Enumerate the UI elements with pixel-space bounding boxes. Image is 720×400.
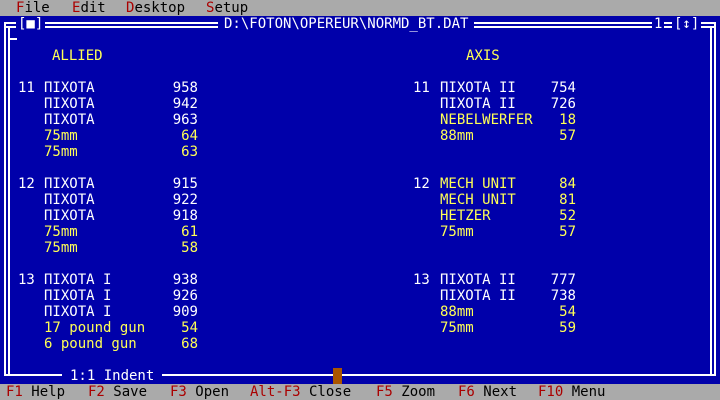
allied-unit-value: 58 xyxy=(181,240,198,256)
axis-unit-name: 88mm xyxy=(440,304,474,320)
allied-unit-value: 61 xyxy=(181,224,198,240)
menu-bar: File Edit Desktop Setup xyxy=(0,0,720,16)
allied-unit-name: ПIХОТА xyxy=(44,192,95,208)
function-key-bar: F1 Help F2 Save F3 Open Alt-F3 Close F5 Zoom… xyxy=(0,384,720,400)
window-zoom-button[interactable]: [↕] xyxy=(672,16,702,32)
window-title: D:\FOTON\OPEREUR\NORMD_BT.DAT xyxy=(218,16,475,32)
fkey-key: F2 xyxy=(88,384,105,400)
axis-unit-name: ПIХОТА II xyxy=(440,272,516,288)
allied-unit-name: ПIХОТА I xyxy=(44,304,112,320)
fkey-open[interactable]: F3 Open xyxy=(170,384,229,400)
allied-unit-name: ПIХОТА xyxy=(44,96,95,112)
axis-unit-value: 18 xyxy=(559,112,576,128)
frame-right xyxy=(714,22,716,376)
axis-unit-name: MECH UNIT xyxy=(440,192,516,208)
axis-group-number: 13 xyxy=(413,272,430,288)
axis-unit-name: ПIХОТА II xyxy=(440,288,516,304)
allied-unit-name: 75mm xyxy=(44,144,78,160)
window-close-button[interactable]: [■] xyxy=(16,16,46,32)
menu-desktop[interactable]: Desktop xyxy=(126,0,185,16)
fkey-key: F1 xyxy=(6,384,23,400)
fkey-label: Next xyxy=(474,384,518,400)
frame-right-inner xyxy=(710,26,712,376)
allied-unit-value: 915 xyxy=(172,176,198,192)
fkey-label: Menu xyxy=(563,384,606,400)
fkey-label: Open xyxy=(186,384,230,400)
allied-header: ALLIED xyxy=(52,48,103,64)
axis-unit-name: HETZER xyxy=(440,208,491,224)
allied-unit-name: 75mm xyxy=(44,224,78,240)
axis-group-number: 11 xyxy=(413,80,430,96)
axis-unit-value: 54 xyxy=(559,304,576,320)
allied-unit-value: 958 xyxy=(172,80,198,96)
axis-unit-value: 57 xyxy=(559,224,576,240)
axis-unit-name: MECH UNIT xyxy=(440,176,516,192)
allied-unit-value: 909 xyxy=(172,304,198,320)
fkey-next[interactable]: F6 Next xyxy=(458,384,517,400)
allied-unit-name: ПIХОТА xyxy=(44,208,95,224)
axis-unit-value: 52 xyxy=(559,208,576,224)
allied-unit-value: 942 xyxy=(172,96,198,112)
allied-unit-name: ПIХОТА xyxy=(44,176,95,192)
window-number: 1 xyxy=(652,16,665,32)
axis-unit-name: 75mm xyxy=(440,224,474,240)
allied-group-number: 11 xyxy=(18,80,35,96)
fkey-key: F10 xyxy=(538,384,564,400)
menu-edit[interactable]: Edit xyxy=(72,0,106,16)
allied-unit-value: 963 xyxy=(172,112,198,128)
axis-unit-name: 75mm xyxy=(440,320,474,336)
allied-unit-value: 922 xyxy=(172,192,198,208)
axis-unit-value: 738 xyxy=(550,288,576,304)
fkey-key: F3 xyxy=(170,384,187,400)
fkey-key: F6 xyxy=(458,384,475,400)
allied-unit-value: 64 xyxy=(181,128,198,144)
axis-unit-name: ПIХОТА II xyxy=(440,80,516,96)
allied-group-number: 13 xyxy=(18,272,35,288)
allied-unit-name: ПIХОТА xyxy=(44,112,95,128)
fkey-zoom[interactable]: F5 Zoom xyxy=(376,384,435,400)
fkey-close[interactable]: Alt-F3 Close xyxy=(250,384,351,400)
fkey-label: Help xyxy=(22,384,66,400)
fkey-label: Save xyxy=(104,384,148,400)
fkey-label: Close xyxy=(300,384,352,400)
allied-unit-name: 17 pound gun xyxy=(44,320,146,336)
axis-unit-value: 59 xyxy=(559,320,576,336)
axis-unit-value: 726 xyxy=(550,96,576,112)
frame-left xyxy=(4,22,6,376)
allied-unit-name: 6 pound gun xyxy=(44,336,137,352)
allied-unit-value: 938 xyxy=(172,272,198,288)
allied-unit-value: 68 xyxy=(181,336,198,352)
menu-file[interactable]: File xyxy=(16,0,50,16)
fkey-label: Zoom xyxy=(392,384,436,400)
allied-unit-value: 54 xyxy=(181,320,198,336)
axis-unit-name: NEBELWERFER xyxy=(440,112,533,128)
allied-unit-name: ПIХОТА xyxy=(44,80,95,96)
allied-unit-value: 918 xyxy=(172,208,198,224)
allied-unit-name: ПIХОТА I xyxy=(44,288,112,304)
axis-group-number: 12 xyxy=(413,176,430,192)
allied-unit-name: 75mm xyxy=(44,240,78,256)
allied-unit-name: 75mm xyxy=(44,128,78,144)
document-content[interactable]: ALLIED AXIS 11 ПIХОТА 958 ПIХОТА 942 ПIХОТА 96… xyxy=(10,40,710,368)
fkey-save[interactable]: F2 Save xyxy=(88,384,147,400)
axis-unit-name: ПIХОТА II xyxy=(440,96,516,112)
axis-unit-value: 777 xyxy=(550,272,576,288)
axis-unit-value: 754 xyxy=(550,80,576,96)
allied-unit-name: ПIХОТА I xyxy=(44,272,112,288)
fkey-menu[interactable]: F10 Menu xyxy=(538,384,605,400)
fkey-key: Alt-F3 xyxy=(250,384,301,400)
allied-unit-value: 63 xyxy=(181,144,198,160)
fkey-help[interactable]: F1 Help xyxy=(6,384,65,400)
menu-setup[interactable]: Setup xyxy=(206,0,248,16)
allied-group-number: 12 xyxy=(18,176,35,192)
allied-unit-value: 926 xyxy=(172,288,198,304)
cursor-position-status: 1:1 Indent xyxy=(62,368,163,384)
axis-unit-name: 88mm xyxy=(440,128,474,144)
horizontal-scroll-thumb[interactable] xyxy=(333,368,342,384)
axis-header: AXIS xyxy=(466,48,500,64)
axis-unit-value: 84 xyxy=(559,176,576,192)
axis-unit-value: 57 xyxy=(559,128,576,144)
axis-unit-value: 81 xyxy=(559,192,576,208)
fkey-key: F5 xyxy=(376,384,393,400)
